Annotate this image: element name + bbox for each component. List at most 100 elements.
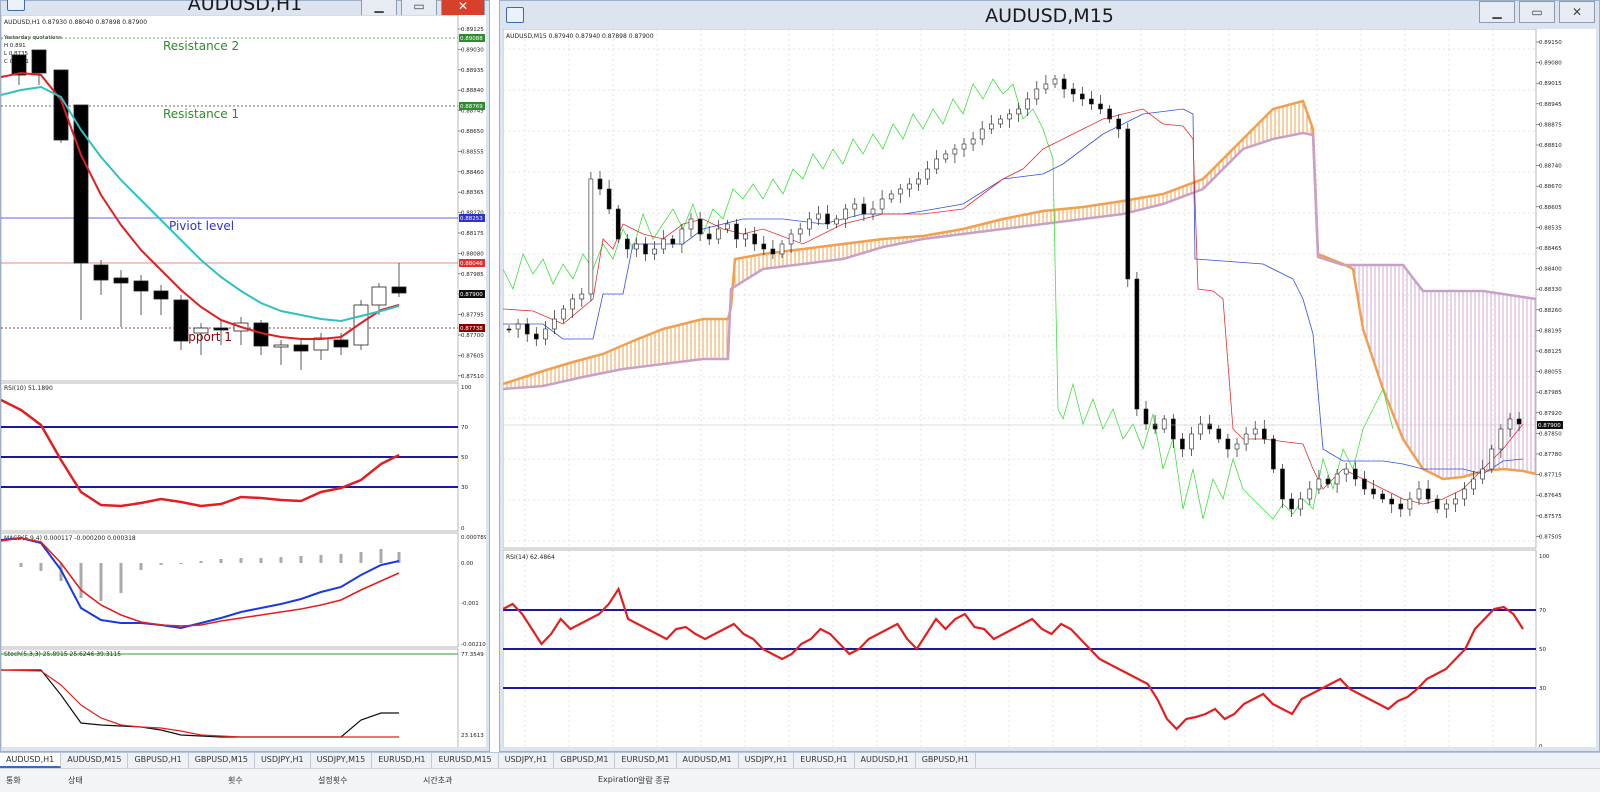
candle-body [371,286,387,306]
rsi-tick-label: 70 [461,425,468,431]
candle-body [1334,473,1340,485]
macd-tick-label: 0.00 [461,561,474,567]
chart-area[interactable]: AUDUSD,H1 0.87930 0.88040 0.87898 0.8790… [1,15,486,747]
price-tick-label: 0.89150 [1539,40,1562,46]
chart-area[interactable]: AUDUSD,M15 0.87940 0.87940 0.87898 0.879… [503,29,1596,747]
header-state: 상태 [68,776,83,785]
candle-body [1480,468,1486,480]
candle-body [1107,108,1112,120]
price-tag-label: 0.88046 [460,261,483,267]
chart-tab[interactable]: GBPUSD,M1 [554,753,616,768]
price-tick-label: 0.88055 [1539,370,1562,376]
price-tag-label: 0.88253 [460,216,483,222]
price-tick-label: 0.87575 [1539,514,1562,520]
chart-tab[interactable]: AUDUSD,H1 [0,753,62,768]
macd-bar [259,558,263,563]
candle-body [1016,108,1021,115]
stoch-main-line [1,669,399,738]
price-tick-label: 0.88330 [1539,287,1562,293]
candle-body [870,208,876,215]
candle-body [770,248,776,255]
chart-tab[interactable]: USDJPY,H1 [739,753,795,768]
candle-body [888,193,894,200]
macd-bar [119,563,123,593]
price-tick-label: 0.87985 [1539,390,1562,396]
price-tick-label: 0.87700 [461,333,484,339]
candle-body [588,178,594,295]
price-tick-label: 0.88195 [1539,328,1562,334]
candle-body [11,54,27,76]
price-tick-label: 0.88935 [461,68,484,74]
candle-body [273,344,289,348]
chart-info-line: AUDUSD,H1 0.87930 0.88040 0.87898 0.8790… [4,19,147,26]
candle-body [1271,438,1276,470]
maximize-button[interactable]: ▭ [1519,1,1555,23]
chart-tab[interactable]: EURUSD,M1 [615,753,677,768]
candle-body [1034,88,1040,100]
chart-tab[interactable]: EURUSD,H1 [794,753,855,768]
h1-price-axis: 0.891250.890300.889350.888400.887450.886… [458,27,485,380]
candle-body [1489,448,1495,470]
price-tick-label: 0.88465 [1539,246,1562,252]
header-count: 횟수 [228,776,243,785]
resistance2-label: Resistance 2 [163,39,239,53]
macd-bar [279,557,283,563]
close-icon: ✕ [1571,5,1583,19]
price-tag-label: 0.89088 [460,36,483,42]
chart-tab[interactable]: GBPUSD,H1 [916,753,976,768]
m15-chart-svg[interactable]: AUDUSD,M15 0.87940 0.87940 0.87898 0.879… [503,29,1596,747]
chart-tab[interactable]: GBPUSD,H1 [128,753,189,768]
macd-bar [379,549,383,563]
candle-body [916,178,921,185]
price-tick-label: 0.87510 [461,374,484,380]
candle-body [1170,418,1176,440]
candle-body [1462,488,1467,500]
candle-body [1125,128,1131,280]
candle-body [1316,478,1322,490]
chart-tab[interactable]: GBPUSD,M15 [189,753,255,768]
rsi-line [1,398,400,508]
chart-tab[interactable]: USDJPY,M15 [311,753,373,768]
rsi-axis: 100 70 50 30 0 [461,385,472,532]
candle-body [1289,498,1294,510]
maximize-icon: ▭ [1531,5,1543,19]
candle-body [861,203,867,215]
chart-tab[interactable]: USDJPY,H1 [255,753,311,768]
price-tag-label: 0.87738 [460,326,483,332]
candle-body [806,218,812,230]
macd-axis: 0.000789 0.00 -0.001 -0.002107 [461,535,486,648]
chart-tab[interactable]: USDJPY,H1 [499,753,555,768]
candle-body [1070,88,1076,95]
macd-bar [339,554,343,563]
current-price-label: 0.87900 [1538,423,1561,429]
chart-tabs: AUDUSD,H1 AUDUSD,M15 GBPUSD,H1 GBPUSD,M15 US… [0,752,1600,768]
candle-body [1434,498,1440,510]
candle-body [133,280,149,292]
price-tick-label: 0.89080 [1539,61,1562,67]
chart-window-audusd-h1[interactable]: AUDUSD,H1 ▁ ▭ ✕ AUDUSD,H1 0.87930 0.8804… [0,0,490,752]
candle-body [661,238,666,250]
chart-tab[interactable]: AUDUSD,H1 [855,753,916,768]
chart-tab[interactable]: AUDUSD,M1 [677,753,739,768]
price-tick-label: 0.88875 [1539,122,1562,128]
candle-body [697,218,703,235]
h1-chart-svg[interactable]: AUDUSD,H1 0.87930 0.88040 0.87898 0.8790… [1,15,486,747]
price-tick-label: 0.87850 [1539,431,1562,437]
chart-tab[interactable]: AUDUSD,M15 [61,753,129,768]
macd-bar [319,555,323,563]
stoch-signal-line [1,669,399,738]
candle-body [1425,488,1431,500]
price-tick-label: 0.87505 [1539,534,1562,540]
stoch-pane-border [1,648,459,747]
chart-tab[interactable]: EURUSD,M15 [432,753,499,768]
candle-body [524,323,530,335]
price-tick-label: 0.89015 [1539,81,1562,87]
chart-window-audusd-m15[interactable]: AUDUSD,M15 ▁ ▭ ✕ AUDUSD,M15 0.87940 0.87… [499,0,1600,752]
price-tick-label: 0.88740 [1539,164,1562,170]
price-tick-label: 0.88460 [461,170,484,176]
minimize-button[interactable]: ▁ [1479,1,1515,23]
candle-body [1043,83,1049,90]
chart-tab[interactable]: EURUSD,H1 [372,753,433,768]
candle-body [988,123,994,130]
close-button[interactable]: ✕ [1559,1,1595,23]
